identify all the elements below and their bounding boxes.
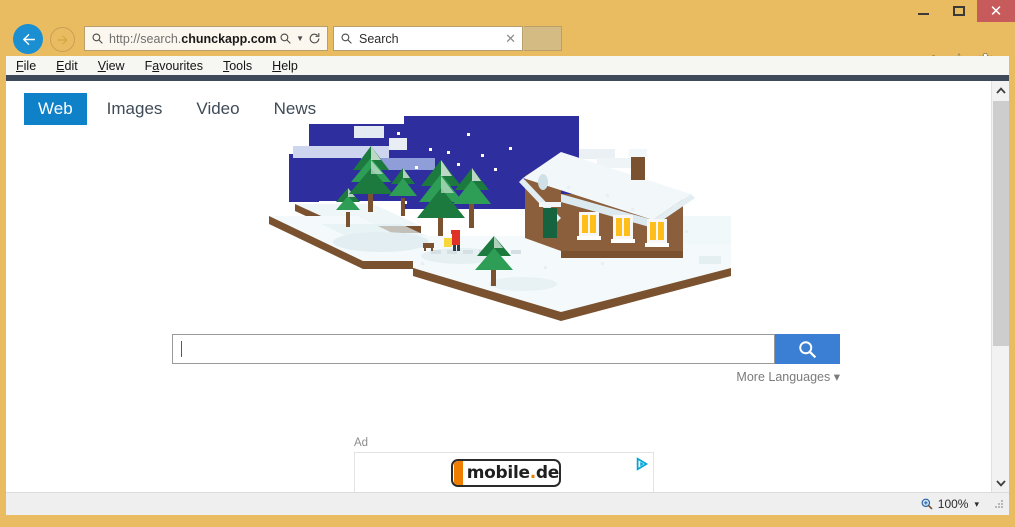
zoom-in-icon (921, 498, 933, 510)
scroll-up-icon[interactable] (992, 81, 1010, 99)
forward-button[interactable] (50, 27, 75, 52)
close-icon: ✕ (989, 1, 1003, 20)
menu-item-edit[interactable]: Edit (56, 59, 78, 73)
refresh-icon[interactable] (306, 32, 323, 45)
clear-search-icon[interactable]: ✕ (505, 31, 518, 47)
title-bar: ✕ (0, 0, 1015, 22)
address-bar[interactable]: http://search.chunckapp.com/ ▼ (84, 26, 328, 51)
winter-village-doodle (261, 116, 751, 321)
adchoices-icon[interactable] (635, 457, 649, 471)
address-search-icon (89, 32, 106, 45)
menu-item-view[interactable]: View (98, 59, 125, 73)
maximize-button[interactable] (941, 0, 977, 22)
minimize-icon (917, 13, 929, 15)
site-search-form (172, 334, 840, 364)
more-languages-link[interactable]: More Languages ▾ (606, 369, 840, 384)
zoom-dropdown-icon[interactable]: ▾ (974, 499, 979, 510)
ad-label: Ad (354, 437, 369, 449)
zoom-level-text: 100% (937, 497, 969, 511)
menu-item-tools[interactable]: Tools (223, 59, 252, 73)
back-button[interactable] (13, 24, 43, 54)
search-icon (799, 340, 817, 358)
site-search-button[interactable] (775, 334, 840, 364)
address-text: http://search.chunckapp.com/ (109, 32, 277, 46)
tab-video[interactable]: Video (182, 93, 253, 125)
search-home-page: Web Images Video News More Languages ▾ A… (6, 81, 991, 492)
chevron-down-icon[interactable]: ▼ (294, 34, 306, 43)
maximize-icon (953, 6, 965, 16)
logo-orange-block (454, 461, 463, 485)
resize-grip-icon[interactable] (993, 498, 1005, 510)
browser-search-placeholder: Search (359, 32, 399, 46)
back-arrow-icon (22, 33, 35, 45)
menu-bar: File Edit View Favourites Tools Help (6, 56, 1009, 75)
close-button[interactable]: ✕ (977, 0, 1015, 22)
search-provider-button[interactable] (524, 26, 562, 51)
zoom-control[interactable]: 100% ▾ (920, 497, 979, 511)
ad-banner[interactable]: mobile.de (354, 452, 654, 492)
page-scrollbar[interactable] (991, 81, 1009, 492)
house-window (611, 215, 635, 243)
menu-item-favourites[interactable]: Favourites (145, 59, 203, 73)
winter-scene-illustration (269, 116, 731, 321)
tab-images[interactable]: Images (93, 93, 177, 125)
status-bar: 100% ▾ (6, 492, 1009, 515)
scrollbar-thumb[interactable] (993, 101, 1009, 346)
text-caret (181, 341, 182, 357)
house-window (577, 212, 601, 240)
navigation-toolbar: http://search.chunckapp.com/ ▼ Search ✕ (0, 22, 1015, 69)
address-go-dropdown-icon[interactable] (277, 32, 294, 45)
mobile-de-logo[interactable]: mobile.de (451, 459, 561, 487)
browser-search-input[interactable]: Search ✕ (333, 26, 523, 51)
forward-arrow-icon (57, 34, 68, 45)
minimize-button[interactable] (905, 0, 941, 22)
browser-window: ✕ http://search.chunckapp.com/ ▼ (0, 0, 1015, 527)
page-viewport: Web Images Video News More Languages ▾ A… (6, 81, 1009, 492)
menu-item-help[interactable]: Help (272, 59, 298, 73)
logo-text: mobile.de (466, 463, 559, 483)
search-icon (338, 32, 355, 45)
scroll-down-icon[interactable] (992, 474, 1010, 492)
menu-item-file[interactable]: File (16, 59, 36, 73)
site-search-input[interactable] (172, 334, 775, 364)
tab-web[interactable]: Web (24, 93, 87, 125)
house-window (645, 219, 669, 247)
